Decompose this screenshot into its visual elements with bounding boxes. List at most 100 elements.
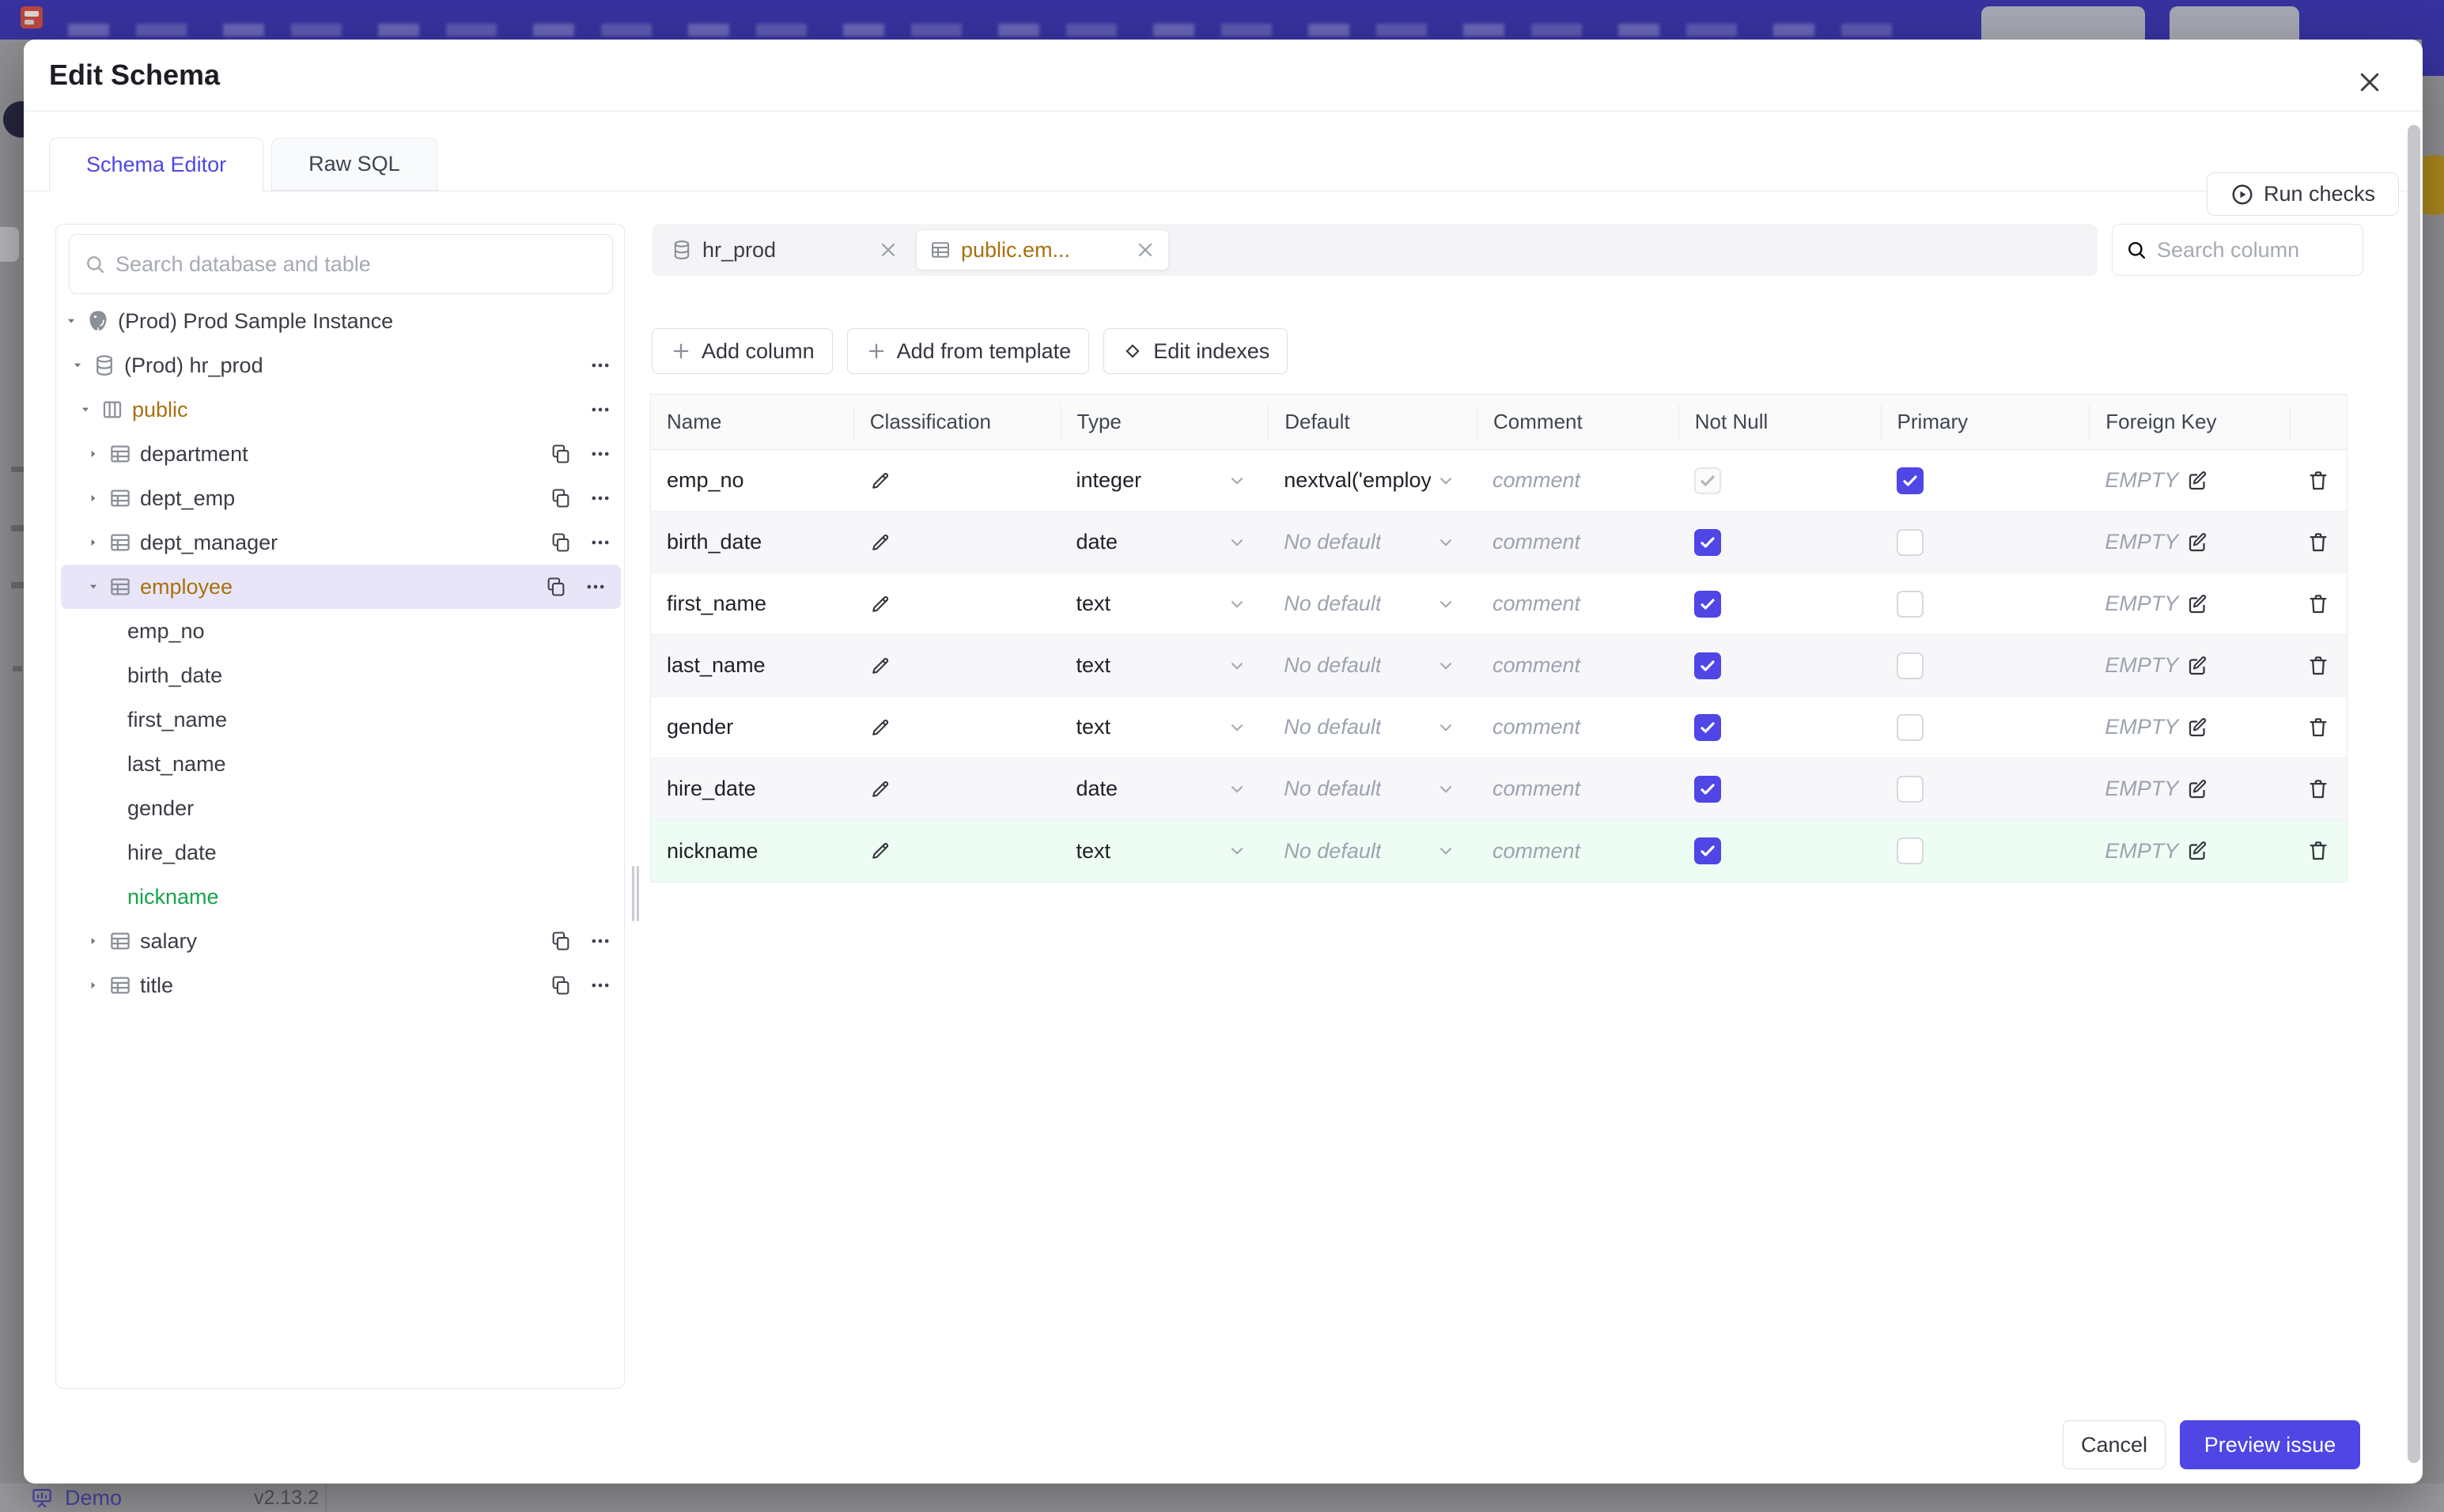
tree-item[interactable]: hire_date bbox=[56, 830, 624, 875]
comment-input[interactable]: comment bbox=[1477, 758, 1678, 819]
classification-edit-icon[interactable] bbox=[869, 655, 891, 677]
column-name[interactable]: first_name bbox=[667, 592, 766, 616]
default-select[interactable]: No default bbox=[1268, 512, 1477, 573]
tree-item[interactable]: nickname bbox=[56, 875, 624, 919]
foreign-key-edit-icon[interactable] bbox=[2186, 531, 2210, 554]
delete-column-icon[interactable] bbox=[2306, 777, 2330, 801]
primary-checkbox[interactable] bbox=[1896, 775, 1924, 803]
type-select[interactable]: text bbox=[1061, 697, 1269, 758]
type-select[interactable]: date bbox=[1061, 758, 1269, 819]
comment-input[interactable]: comment bbox=[1477, 450, 1678, 511]
copy-icon[interactable] bbox=[550, 974, 572, 996]
cancel-button[interactable]: Cancel bbox=[2063, 1420, 2166, 1469]
copy-icon[interactable] bbox=[545, 576, 567, 598]
comment-input[interactable]: comment bbox=[1477, 697, 1678, 758]
foreign-key-edit-icon[interactable] bbox=[2186, 469, 2210, 493]
column-name[interactable]: birth_date bbox=[667, 530, 762, 554]
column-name[interactable]: last_name bbox=[667, 653, 766, 678]
foreign-key-edit-icon[interactable] bbox=[2186, 777, 2210, 801]
caret-icon[interactable] bbox=[66, 316, 77, 327]
classification-edit-icon[interactable] bbox=[869, 593, 891, 615]
preview-issue-button[interactable]: Preview issue bbox=[2180, 1420, 2360, 1469]
comment-input[interactable]: comment bbox=[1477, 635, 1678, 696]
caret-icon[interactable] bbox=[88, 936, 99, 947]
tree-item[interactable]: employee bbox=[61, 565, 621, 609]
not-null-checkbox[interactable] bbox=[1693, 837, 1721, 864]
more-options-icon[interactable] bbox=[589, 399, 611, 421]
caret-icon[interactable] bbox=[88, 980, 99, 991]
copy-icon[interactable] bbox=[550, 930, 572, 952]
caret-icon[interactable] bbox=[88, 581, 99, 592]
tab-chip-hr-prod[interactable]: hr_prod bbox=[658, 229, 911, 270]
default-select[interactable]: No default bbox=[1268, 758, 1477, 819]
delete-column-icon[interactable] bbox=[2306, 716, 2330, 739]
caret-icon[interactable] bbox=[88, 537, 99, 548]
tab-raw-sql[interactable]: Raw SQL bbox=[271, 138, 437, 191]
tree-item[interactable]: birth_date bbox=[56, 653, 624, 697]
primary-checkbox[interactable] bbox=[1896, 467, 1924, 494]
more-options-icon[interactable] bbox=[589, 487, 611, 509]
classification-edit-icon[interactable] bbox=[869, 531, 891, 554]
tree-item[interactable]: (Prod) hr_prod bbox=[56, 343, 625, 387]
delete-column-icon[interactable] bbox=[2306, 469, 2330, 493]
tree-item[interactable]: title bbox=[56, 963, 625, 1007]
database-search-input[interactable]: Search database and table bbox=[69, 234, 613, 294]
tree-item[interactable]: department bbox=[56, 432, 625, 476]
modal-scrollbar[interactable] bbox=[2408, 125, 2420, 1463]
close-button[interactable] bbox=[2351, 63, 2389, 101]
classification-edit-icon[interactable] bbox=[869, 470, 891, 492]
column-name[interactable]: gender bbox=[667, 715, 733, 739]
add-column-button[interactable]: Add column bbox=[652, 328, 833, 374]
run-checks-button[interactable]: Run checks bbox=[2207, 172, 2399, 216]
default-select[interactable]: nextval('employ bbox=[1268, 450, 1477, 511]
default-select[interactable]: No default bbox=[1268, 820, 1477, 882]
comment-input[interactable]: comment bbox=[1477, 573, 1678, 634]
column-name[interactable]: emp_no bbox=[667, 468, 744, 493]
delete-column-icon[interactable] bbox=[2306, 654, 2330, 678]
primary-checkbox[interactable] bbox=[1896, 528, 1924, 556]
foreign-key-edit-icon[interactable] bbox=[2186, 716, 2210, 739]
copy-icon[interactable] bbox=[550, 487, 572, 509]
tree-item[interactable]: first_name bbox=[56, 697, 624, 742]
column-name[interactable]: nickname bbox=[667, 839, 759, 864]
comment-input[interactable]: comment bbox=[1477, 512, 1678, 573]
more-options-icon[interactable] bbox=[589, 443, 611, 465]
not-null-checkbox[interactable] bbox=[1693, 775, 1721, 803]
default-select[interactable]: No default bbox=[1268, 697, 1477, 758]
tree-item[interactable]: public bbox=[56, 387, 625, 432]
caret-icon[interactable] bbox=[88, 493, 99, 504]
tree-item[interactable]: emp_no bbox=[56, 609, 624, 653]
caret-icon[interactable] bbox=[80, 404, 91, 415]
close-tab-icon[interactable] bbox=[878, 240, 899, 260]
more-options-icon[interactable] bbox=[589, 974, 611, 996]
primary-checkbox[interactable] bbox=[1896, 713, 1924, 741]
primary-checkbox[interactable] bbox=[1896, 652, 1924, 679]
type-select[interactable]: text bbox=[1061, 820, 1269, 882]
default-select[interactable]: No default bbox=[1268, 573, 1477, 634]
not-null-checkbox[interactable] bbox=[1693, 528, 1721, 556]
tab-schema-editor[interactable]: Schema Editor bbox=[49, 138, 264, 192]
caret-icon[interactable] bbox=[72, 360, 83, 371]
delete-column-icon[interactable] bbox=[2306, 592, 2330, 616]
primary-checkbox[interactable] bbox=[1896, 837, 1924, 864]
edit-indexes-button[interactable]: Edit indexes bbox=[1103, 328, 1288, 374]
more-options-icon[interactable] bbox=[589, 354, 611, 376]
copy-icon[interactable] bbox=[550, 531, 572, 554]
classification-edit-icon[interactable] bbox=[869, 778, 891, 800]
classification-edit-icon[interactable] bbox=[869, 716, 891, 739]
not-null-checkbox[interactable] bbox=[1693, 652, 1721, 679]
delete-column-icon[interactable] bbox=[2306, 531, 2330, 554]
delete-column-icon[interactable] bbox=[2306, 839, 2330, 863]
not-null-checkbox[interactable] bbox=[1693, 467, 1721, 494]
tab-chip-public-employee[interactable]: public.em... bbox=[916, 229, 1169, 270]
tree-item[interactable]: salary bbox=[56, 919, 625, 963]
add-from-template-button[interactable]: Add from template bbox=[846, 328, 1090, 374]
not-null-checkbox[interactable] bbox=[1693, 590, 1721, 618]
column-name[interactable]: hire_date bbox=[667, 777, 756, 801]
classification-edit-icon[interactable] bbox=[869, 840, 891, 862]
column-search-input[interactable]: Search column bbox=[2112, 224, 2363, 276]
not-null-checkbox[interactable] bbox=[1693, 713, 1721, 741]
tree-item[interactable]: gender bbox=[56, 786, 624, 830]
copy-icon[interactable] bbox=[550, 443, 572, 465]
default-select[interactable]: No default bbox=[1268, 635, 1477, 696]
